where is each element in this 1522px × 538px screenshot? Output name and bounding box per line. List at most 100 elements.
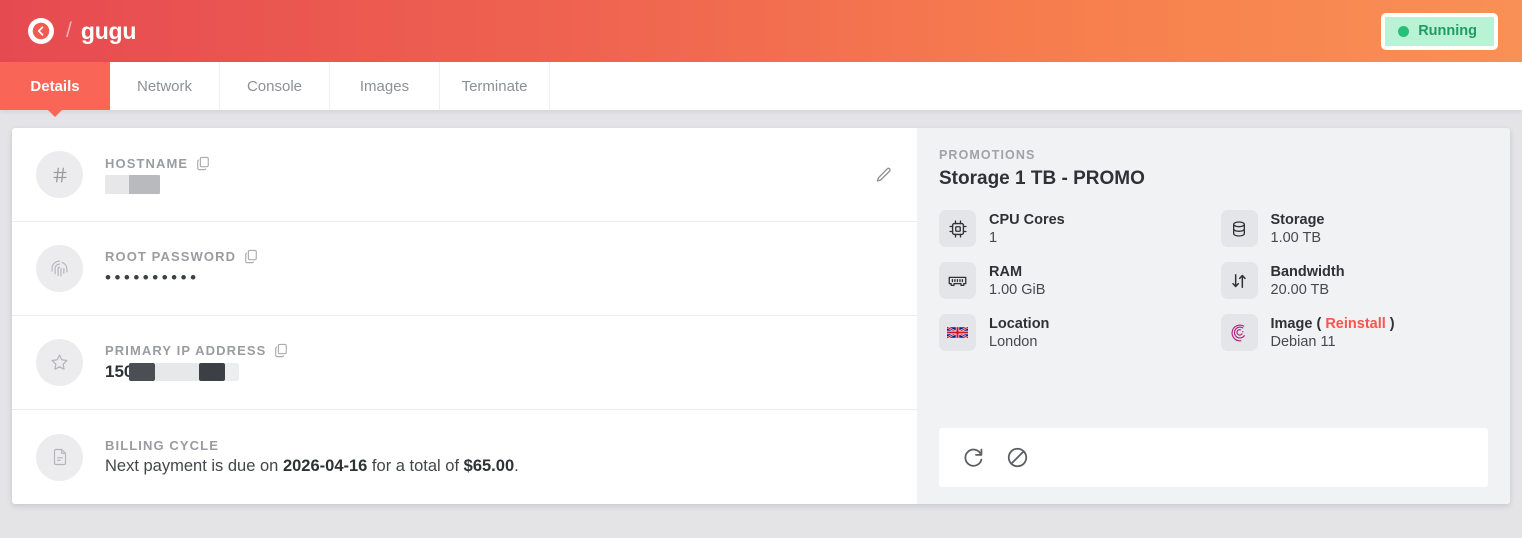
redaction-block [155,363,200,381]
redacted-hostname [105,174,160,194]
back-button[interactable] [28,18,54,44]
redaction-block [225,363,240,381]
arrow-left-circle-icon [32,22,50,40]
redacted-primary-ip: 150 [105,362,240,382]
root-password-masked: •••••••••• [105,268,200,287]
hash-icon [36,151,83,198]
spec-name: RAM [989,263,1023,280]
status-label: Running [1418,23,1477,39]
reinstall-link[interactable]: Reinstall [1325,316,1385,332]
spec-value: Debian 11 [1270,333,1336,350]
hostname-label-group: HOSTNAME [105,156,210,171]
database-icon [1220,210,1258,247]
spec-name: Location [989,315,1050,332]
promotions-label: PROMOTIONS [939,148,1036,162]
redaction-block [129,363,156,381]
restart-button[interactable] [961,445,986,470]
spec-storage: Storage 1.00 TB [1220,210,1489,247]
tab-network[interactable]: Network [110,62,220,110]
primary-ip-body: PRIMARY IP ADDRESS 150 [105,343,288,382]
redaction-block [199,363,226,381]
billing-cycle-body: BILLING CYCLE Next payment is due on 202… [105,438,519,476]
root-password-body: ROOT PASSWORD •••••••••• [105,249,258,288]
tab-details[interactable]: Details [0,62,110,110]
spec-cpu-cores: CPU Cores 1 [939,210,1207,247]
hostname-value [105,174,210,194]
restart-icon [964,448,983,467]
primary-ip-value: 150 [105,362,288,382]
billing-middle: for a total of [367,457,464,475]
spec-text: RAM 1.00 GiB [989,264,1045,298]
spec-location: Location London [939,314,1207,351]
promotions-panel: PROMOTIONS Storage 1 TB - PROMO CPU Core… [917,128,1510,504]
star-icon [36,339,83,386]
spec-name: Image [1270,315,1313,332]
tab-images[interactable]: Images [330,62,440,110]
spec-value: 1.00 TB [1270,229,1322,246]
status-badge[interactable]: Running [1381,12,1498,50]
spec-value: 1 [989,229,998,246]
status-dot-icon [1398,25,1410,37]
spec-text: Location London [989,316,1049,350]
billing-amount: $65.00 [463,457,515,475]
tab-label: Terminate [461,77,528,95]
spec-bandwidth: Bandwidth 20.00 TB [1220,262,1489,299]
spec-name: Storage [1270,211,1325,228]
breadcrumb-separator: / [66,19,72,42]
debian-icon [1220,314,1258,351]
uk-flag-icon [939,314,976,351]
fingerprint-icon [36,245,83,292]
tab-terminate[interactable]: Terminate [440,62,550,110]
tab-bar: Details Network Console Images Terminate [0,62,1522,110]
page-body: HOSTNAME ROOT PASSWORD •••••••••• PRIMAR… [0,110,1522,538]
spec-name: Bandwidth [1270,263,1345,280]
transfer-icon [1220,262,1258,299]
spec-text: Storage 1.00 TB [1271,212,1325,246]
pencil-icon[interactable] [874,165,893,184]
power-off-icon [1007,447,1028,468]
spec-text: Bandwidth 20.00 TB [1271,264,1345,298]
cpu-icon [939,210,976,247]
root-password-label: ROOT PASSWORD [105,249,237,264]
detail-row-hostname: HOSTNAME [12,128,917,222]
billing-suffix: . [514,457,519,475]
billing-cycle-label: BILLING CYCLE [105,438,219,453]
tab-console[interactable]: Console [220,62,330,110]
tab-label: Details [30,77,80,95]
root-password-label-group: ROOT PASSWORD [105,249,258,264]
spec-value: London [989,333,1038,350]
copy-icon[interactable] [244,249,258,264]
billing-cycle-label-group: BILLING CYCLE [105,438,519,453]
page-title: gugu [80,17,137,44]
tab-label: Console [246,77,303,95]
spec-name: CPU Cores [989,211,1065,228]
copy-icon[interactable] [196,156,210,171]
page-header: / gugu Running [0,0,1522,62]
primary-ip-label-group: PRIMARY IP ADDRESS [105,343,288,358]
hostname-label: HOSTNAME [105,155,189,171]
promotions-action-bar [939,428,1488,487]
billing-cycle-value: Next payment is due on 2026-04-16 for a … [105,457,519,476]
tab-label: Images [359,77,410,95]
spec-text: Image ( Reinstall ) Debian 11 [1271,316,1395,350]
billing-prefix: Next payment is due on [105,457,283,475]
spec-value: 1.00 GiB [989,281,1046,298]
spec-ram: RAM 1.00 GiB [939,262,1207,299]
copy-icon[interactable] [274,343,288,358]
paren-close: ) [1389,315,1395,332]
root-password-value: •••••••••• [105,268,258,288]
primary-ip-label: PRIMARY IP ADDRESS [105,343,267,358]
promotions-title: Storage 1 TB - PROMO [939,168,1145,189]
detail-row-root-password: ROOT PASSWORD •••••••••• [12,222,917,316]
paren-open: ( [1316,315,1322,332]
billing-date: 2026-04-16 [282,457,368,475]
power-off-button[interactable] [1005,445,1030,470]
details-card: HOSTNAME ROOT PASSWORD •••••••••• PRIMAR… [12,128,1510,504]
tab-bar-filler [550,62,1522,110]
ram-icon [939,262,976,299]
hostname-body: HOSTNAME [105,156,210,194]
spec-image: Image ( Reinstall ) Debian 11 [1220,314,1489,351]
tab-label: Network [136,77,192,95]
detail-row-primary-ip: PRIMARY IP ADDRESS 150 [12,316,917,410]
spec-grid: CPU Cores 1 Storage 1.00 TB RAM 1.00 GiB… [939,210,1488,351]
